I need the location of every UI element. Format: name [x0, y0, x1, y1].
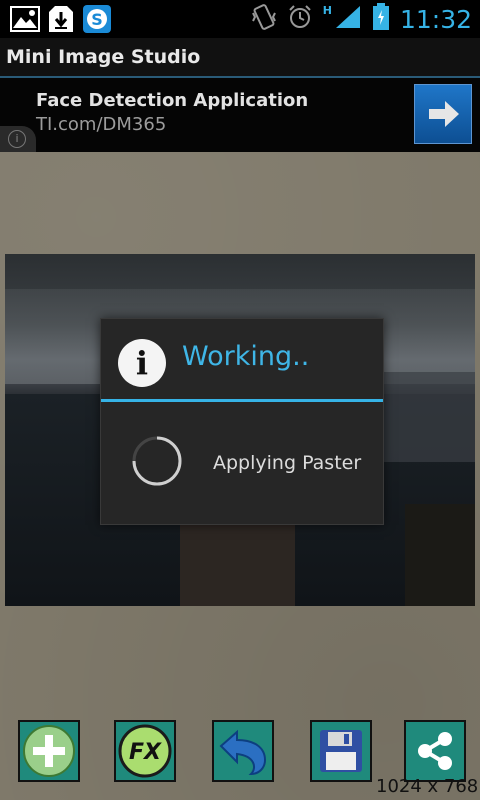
status-bar: S H 11:32: [0, 0, 480, 38]
ad-info-button[interactable]: i: [0, 126, 36, 152]
network-type: H: [322, 4, 332, 17]
dialog-message: Applying Paster: [213, 452, 362, 474]
share-icon: [418, 732, 452, 770]
svg-text:FX: FX: [129, 740, 162, 765]
undo-icon: [219, 729, 267, 776]
download-icon: [46, 4, 76, 34]
ad-url[interactable]: TI.com/DM365: [36, 114, 166, 135]
skype-icon: S: [82, 4, 112, 34]
image-resolution-label: 1024 x 768: [376, 776, 479, 797]
app-title-bar: Mini Image Studio: [0, 38, 480, 78]
ad-title[interactable]: Face Detection Application: [36, 90, 308, 111]
floppy-icon: [320, 730, 362, 772]
arrow-right-icon: [429, 101, 459, 127]
progress-dialog: i Working.. Applying Paster: [100, 318, 384, 525]
signal-icon: [334, 4, 362, 34]
undo-button[interactable]: [212, 720, 274, 782]
dialog-title: Working..: [182, 341, 310, 372]
share-button[interactable]: [404, 720, 466, 782]
image-icon: [10, 4, 40, 34]
battery-charging-icon: [372, 3, 390, 35]
vibrate-icon: [251, 3, 277, 35]
ad-action-button[interactable]: [414, 84, 472, 144]
info-icon: i: [8, 130, 26, 148]
loading-spinner-icon: [132, 436, 182, 486]
add-button[interactable]: [18, 720, 80, 782]
fx-icon: FX: [118, 724, 172, 778]
app-title: Mini Image Studio: [6, 46, 201, 68]
info-icon: i: [118, 339, 166, 387]
plus-icon: [23, 725, 75, 777]
fx-button[interactable]: FX: [114, 720, 176, 782]
svg-text:S: S: [91, 10, 103, 29]
ad-banner[interactable]: Face Detection Application TI.com/DM365 …: [0, 78, 480, 152]
alarm-icon: [287, 4, 313, 34]
dialog-header: i Working..: [101, 319, 383, 402]
save-button[interactable]: [310, 720, 372, 782]
clock: 11:32: [399, 4, 472, 34]
bottom-toolbar: FX: [0, 720, 480, 784]
